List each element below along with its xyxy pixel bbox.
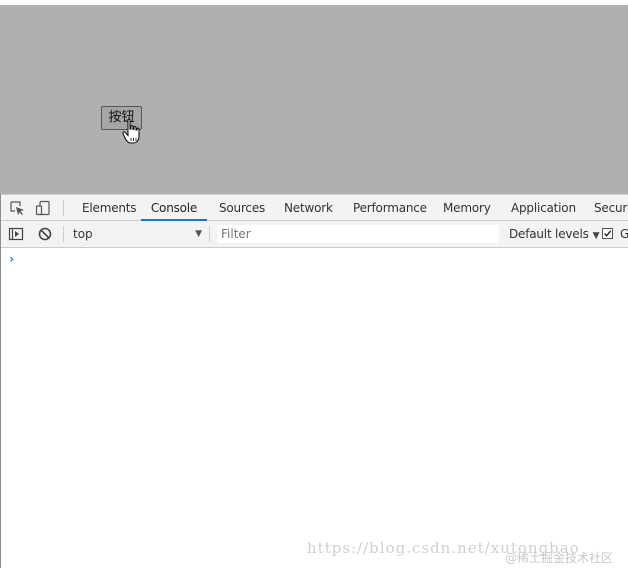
inspect-element-icon[interactable] bbox=[9, 200, 25, 216]
tab-performance[interactable]: Performance bbox=[351, 195, 429, 221]
window-left-border bbox=[0, 194, 1, 568]
dropdown-arrow-icon: ▼ bbox=[592, 231, 600, 241]
screen: 按钮 Elements Console Sources Network Perf… bbox=[0, 0, 628, 568]
log-levels-label: Default levels bbox=[509, 227, 589, 241]
hand-cursor-icon bbox=[122, 118, 140, 144]
toolbar-divider bbox=[63, 226, 64, 242]
context-selector[interactable]: top ▼ bbox=[70, 225, 204, 243]
show-sidebar-icon[interactable] bbox=[8, 226, 24, 242]
devtools-tabbar: Elements Console Sources Network Perform… bbox=[0, 194, 628, 221]
tab-network[interactable]: Network bbox=[282, 195, 335, 221]
console-toolbar: top ▼ Default levels▼ G bbox=[0, 221, 628, 248]
group-similar-checkbox[interactable] bbox=[602, 228, 613, 239]
devtools-panel: Elements Console Sources Network Perform… bbox=[0, 194, 628, 568]
tab-application[interactable]: Application bbox=[509, 195, 578, 221]
tab-memory[interactable]: Memory bbox=[441, 195, 493, 221]
toolbar-divider bbox=[63, 200, 64, 216]
page-viewport: 按钮 bbox=[0, 5, 628, 194]
console-output[interactable]: › bbox=[0, 248, 628, 568]
dropdown-arrow-icon: ▼ bbox=[195, 229, 202, 239]
clear-console-icon[interactable] bbox=[37, 226, 53, 242]
log-levels-dropdown[interactable]: Default levels ▼ bbox=[509, 225, 600, 243]
tab-security[interactable]: Securi bbox=[592, 195, 628, 221]
filter-input[interactable] bbox=[217, 225, 499, 243]
context-value: top bbox=[73, 227, 93, 241]
tab-elements[interactable]: Elements bbox=[80, 195, 138, 221]
toolbar-divider bbox=[209, 226, 210, 242]
group-similar-label: G bbox=[620, 227, 628, 241]
console-prompt[interactable]: › bbox=[8, 252, 15, 266]
tab-sources[interactable]: Sources bbox=[217, 195, 267, 221]
checkmark-icon bbox=[604, 230, 612, 237]
tab-console[interactable]: Console bbox=[141, 195, 207, 221]
watermark-community: @稀土掘金技术社区 bbox=[505, 551, 614, 565]
device-toolbar-icon[interactable] bbox=[35, 200, 51, 216]
